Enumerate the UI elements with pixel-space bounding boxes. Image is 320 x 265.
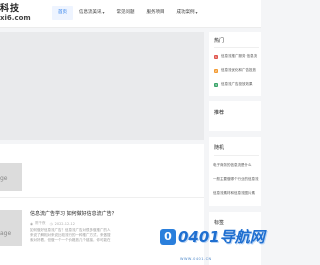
user-icon: ◉ bbox=[30, 221, 34, 226]
clock-icon: ◷ bbox=[49, 221, 53, 226]
sidebar-tags-title: 标签 bbox=[214, 220, 225, 226]
random-item[interactable]: 电子商务的信息流是什么 bbox=[213, 163, 252, 168]
thumbnail-placeholder-text: age bbox=[0, 230, 12, 237]
watermark: 0 0401导航网 bbox=[160, 226, 265, 247]
post-title[interactable]: 信息流广告学习 如何做好信息流广告？ bbox=[30, 210, 117, 217]
random-item[interactable]: 一般主要做哪个行业的信息流 bbox=[213, 177, 259, 182]
nav-item-label: 信息流美讯 bbox=[79, 10, 102, 15]
nav-item-label: 常见问题 bbox=[116, 10, 135, 15]
post-meta: ◉ 陈千夜 ◷ 2022-12-12 bbox=[30, 221, 75, 226]
hot-item-text: 信息流广告投放效果 bbox=[221, 82, 253, 86]
rank-badge: 3 bbox=[214, 82, 218, 87]
sidebar-random: 随机 电子商务的信息流是什么 一般主要做哪个行业的信息流 信息流素材和信息流图片… bbox=[209, 137, 261, 206]
hot-item-text: 信息流优化和广告投放 bbox=[221, 68, 256, 72]
sidebar-random-title: 随机 bbox=[214, 145, 225, 151]
sidebar-hot-title: 热门 bbox=[214, 38, 225, 44]
site-logo-domain[interactable]: xi6.com bbox=[0, 14, 31, 22]
watermark-url: WWW.0401.CN bbox=[180, 257, 212, 261]
nav-item-services[interactable]: 服务项目 bbox=[141, 6, 171, 20]
hot-item[interactable]: 3 信息流广告投放效果 bbox=[214, 82, 253, 87]
chevron-down-icon: ▾ bbox=[195, 10, 198, 15]
divider bbox=[0, 197, 204, 198]
rank-badge: 1 bbox=[214, 54, 218, 59]
hot-item[interactable]: 1 信息流推广服务 信息流 bbox=[214, 54, 257, 59]
post-thumbnail[interactable]: ge bbox=[0, 163, 22, 191]
site-header: 科技 xi6.com 首页 信息流美讯 ▾ 常见问题 服务项目 成功案例 ▾ bbox=[0, 0, 261, 28]
post-thumbnail[interactable]: age bbox=[0, 210, 22, 246]
sidebar-recommend-title: 推荐 bbox=[214, 110, 225, 116]
nav-item-label: 成功案例 bbox=[176, 10, 195, 15]
nav-item-news[interactable]: 信息流美讯 ▾ bbox=[73, 6, 111, 20]
nav-item-cases[interactable]: 成功案例 ▾ bbox=[171, 6, 204, 20]
nav-item-label: 首页 bbox=[58, 10, 67, 15]
watermark-text: 0401导航网 bbox=[178, 228, 265, 246]
divider bbox=[214, 155, 259, 156]
watermark-logo-icon: 0 bbox=[160, 228, 176, 245]
sidebar-hot: 热门 1 信息流推广服务 信息流 2 信息流优化和广告投放 3 信息流广告投放效… bbox=[209, 32, 261, 96]
thumbnail-placeholder-text: ge bbox=[0, 175, 8, 182]
post-excerpt: 如何做好信息流广告？信息流广告对很多做推广的人 来说了解相对来说比较流行的一种推… bbox=[30, 228, 152, 243]
site-logo[interactable]: 科技 bbox=[0, 1, 20, 14]
excerpt-line: 索对好看，但做一个一个价格放几个链接，你可能在 bbox=[30, 238, 111, 242]
rank-badge: 2 bbox=[214, 68, 218, 73]
main-nav: 首页 信息流美讯 ▾ 常见问题 服务项目 成功案例 ▾ bbox=[52, 6, 204, 20]
post-author: 陈千夜 bbox=[35, 221, 46, 225]
sidebar-recommend: 推荐 bbox=[209, 101, 261, 131]
nav-item-faq[interactable]: 常见问题 bbox=[111, 6, 141, 20]
post-date: 2022-12-12 bbox=[54, 221, 75, 226]
chevron-down-icon: ▾ bbox=[102, 10, 105, 15]
nav-item-label: 服务项目 bbox=[146, 10, 165, 15]
hot-item-text: 信息流推广服务 信息流 bbox=[221, 54, 258, 58]
hot-item[interactable]: 2 信息流优化和广告投放 bbox=[214, 68, 256, 73]
hero-banner[interactable] bbox=[0, 32, 204, 140]
divider bbox=[214, 47, 259, 48]
nav-item-home[interactable]: 首页 bbox=[52, 6, 73, 20]
random-item[interactable]: 信息流素材和信息流图片素 bbox=[213, 191, 255, 196]
